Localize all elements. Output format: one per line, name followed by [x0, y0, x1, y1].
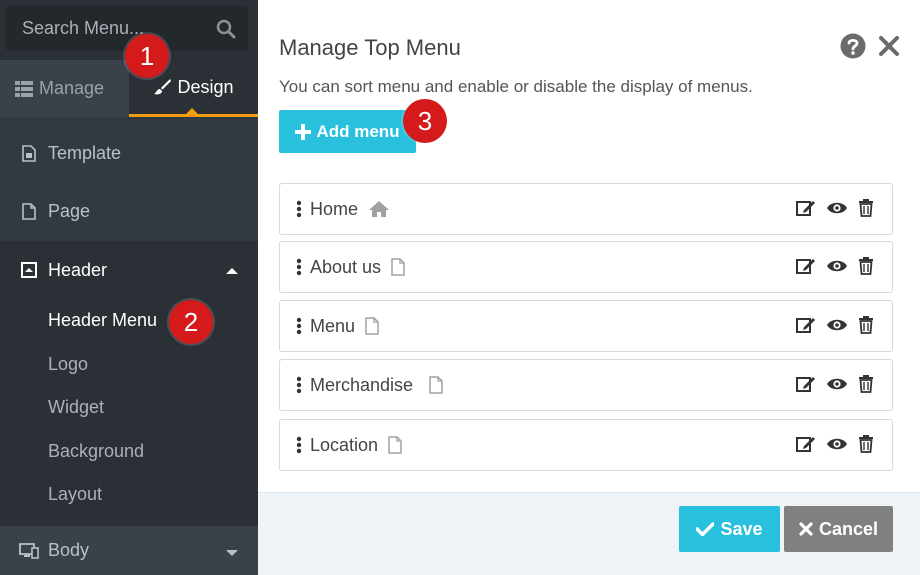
tab-design-label: Design [177, 76, 234, 97]
page-icon [391, 258, 405, 276]
tab-manage[interactable]: Manage [0, 60, 129, 117]
submenu-item-widget[interactable]: Widget [48, 397, 104, 418]
edit-icon[interactable] [796, 257, 816, 275]
chevron-down-icon [226, 550, 238, 556]
edit-icon[interactable] [796, 199, 816, 217]
active-tab-caret [186, 108, 198, 114]
drag-handle-icon[interactable] [296, 436, 302, 454]
home-icon [368, 200, 390, 218]
sidebar: Manage Design Template [0, 0, 258, 575]
search-icon[interactable] [216, 19, 236, 39]
paintbrush-icon [153, 78, 172, 96]
desktop-icon [18, 542, 40, 559]
eye-icon[interactable] [826, 377, 848, 391]
page-icon [388, 436, 402, 454]
check-icon [696, 522, 715, 536]
close-icon [799, 522, 813, 536]
eye-icon[interactable] [826, 318, 848, 332]
row-actions [796, 199, 874, 217]
submenu-item-layout[interactable]: Layout [48, 484, 102, 505]
page-icon [18, 202, 40, 220]
row-actions [796, 257, 874, 275]
cancel-button[interactable]: Cancel [784, 506, 893, 552]
menu-row-label: Menu [310, 315, 356, 336]
add-menu-button[interactable]: Add menu [279, 110, 416, 153]
menu-row[interactable]: Merchandise [279, 359, 893, 411]
sidebar-item-label: Body [48, 540, 90, 560]
trash-icon[interactable] [858, 199, 874, 217]
menu-row[interactable]: Location [279, 419, 893, 471]
page-icon [365, 317, 379, 335]
chevron-up-icon [226, 268, 238, 274]
menu-row[interactable]: Home [279, 183, 893, 235]
eye-icon[interactable] [826, 259, 848, 273]
save-label: Save [720, 518, 763, 539]
row-actions [796, 435, 874, 453]
menu-row[interactable]: About us [279, 241, 893, 293]
list-icon [15, 80, 33, 97]
drag-handle-icon[interactable] [296, 376, 302, 394]
edit-icon[interactable] [796, 435, 816, 453]
submenu-item-header-menu[interactable]: Header Menu [48, 310, 157, 331]
menu-row-label: About us [310, 256, 382, 277]
drag-handle-icon[interactable] [296, 317, 302, 335]
trash-icon[interactable] [858, 375, 874, 393]
menu-row-label: Merchandise [310, 374, 414, 395]
row-actions [796, 375, 874, 393]
menu-row-label: Home [310, 198, 359, 219]
drag-handle-icon[interactable] [296, 200, 302, 218]
header-icon [18, 262, 40, 278]
header-submenu: Header Menu Logo Widget Background Layou… [0, 298, 258, 526]
page-icon [429, 376, 443, 394]
cancel-label: Cancel [818, 518, 879, 539]
dialog-title: Manage Top Menu [279, 35, 461, 60]
trash-icon[interactable] [858, 257, 874, 275]
edit-icon[interactable] [796, 375, 816, 393]
step-badge-2: 2 [169, 300, 213, 344]
drag-handle-icon[interactable] [296, 258, 302, 276]
dialog-description: You can sort menu and enable or disable … [279, 77, 753, 96]
edit-icon[interactable] [796, 316, 816, 334]
trash-icon[interactable] [858, 316, 874, 334]
close-icon[interactable] [878, 35, 900, 57]
manage-menu-dialog: Manage Top Menu You can sort menu and en… [258, 0, 920, 575]
menu-row-label: Location [310, 434, 379, 455]
submenu-item-logo[interactable]: Logo [48, 354, 88, 375]
eye-icon[interactable] [826, 201, 848, 215]
dialog-footer: Save Cancel [258, 492, 920, 575]
step-badge-1: 1 [125, 34, 169, 78]
template-icon [18, 144, 40, 162]
add-menu-label: Add menu [316, 121, 400, 141]
sidebar-item-body[interactable]: Body [0, 526, 258, 575]
submenu-item-background[interactable]: Background [48, 441, 144, 462]
save-button[interactable]: Save [679, 506, 780, 552]
plus-icon [295, 123, 312, 140]
tab-manage-label: Manage [39, 78, 105, 98]
sidebar-item-header[interactable]: Header [0, 241, 258, 299]
step-badge-3: 3 [403, 99, 447, 143]
trash-icon[interactable] [858, 435, 874, 453]
sidebar-item-label: Header [48, 259, 108, 280]
eye-icon[interactable] [826, 437, 848, 451]
sidebar-item-page[interactable]: Page [0, 182, 258, 240]
menu-row[interactable]: Menu [279, 300, 893, 352]
sidebar-item-label: Page [48, 200, 91, 221]
row-actions [796, 316, 874, 334]
help-icon[interactable] [840, 33, 866, 59]
sidebar-item-template[interactable]: Template [0, 124, 258, 182]
sidebar-item-label: Template [48, 142, 122, 163]
